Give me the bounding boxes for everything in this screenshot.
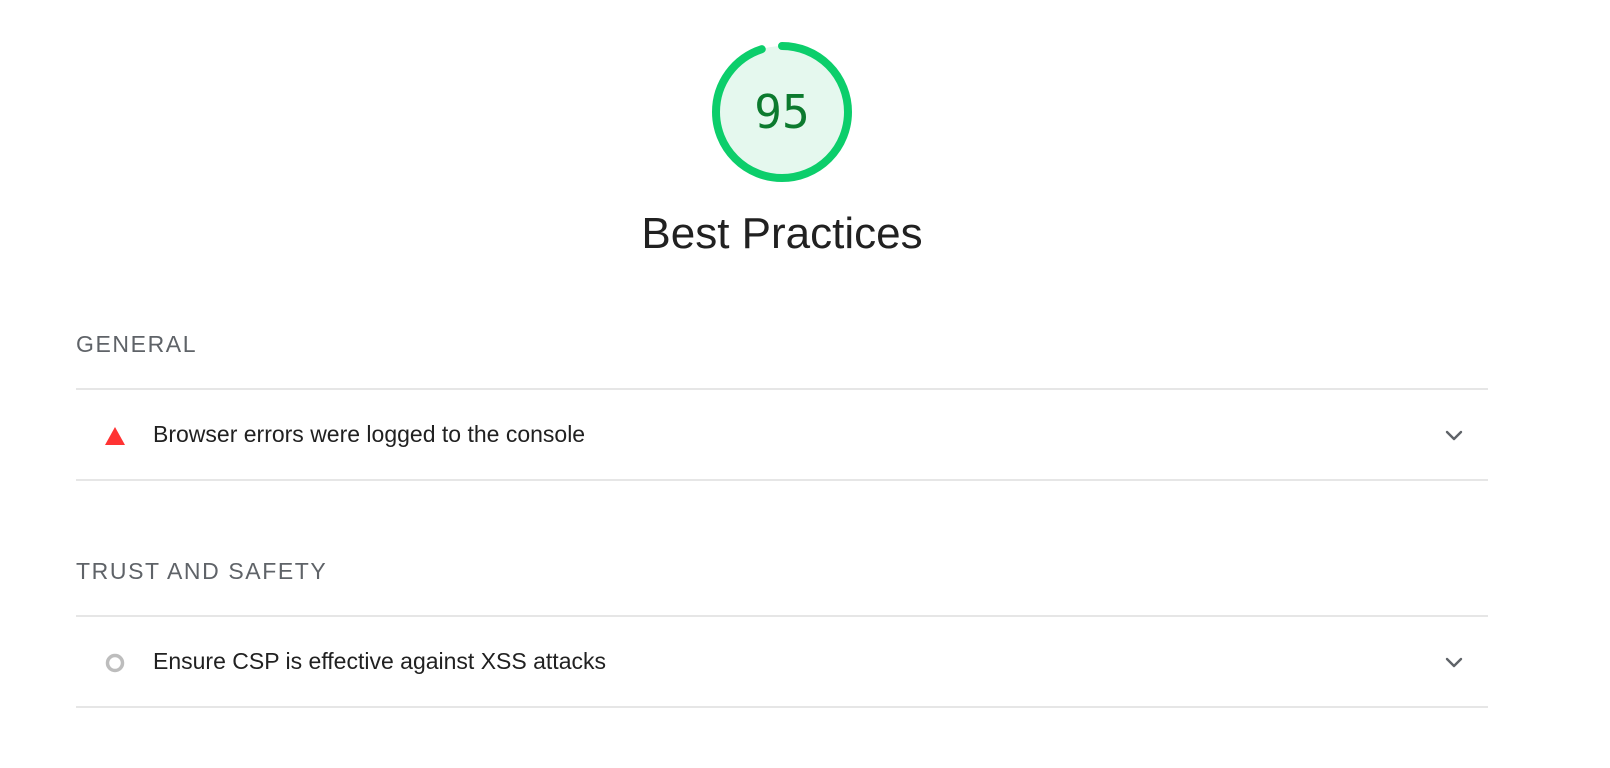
group-heading: GENERAL	[76, 331, 198, 357]
informative-circle-icon	[104, 652, 126, 674]
score-gauge: 95	[708, 38, 856, 186]
audit-group-trust-and-safety: TRUST AND SAFETY Ensure CSP is effective…	[76, 553, 1488, 708]
audit-group-general: GENERAL Browser errors were logged to th…	[76, 326, 1488, 481]
fail-triangle-icon	[104, 425, 126, 447]
audit-row[interactable]: Ensure CSP is effective against XSS atta…	[76, 615, 1488, 708]
score-value: 95	[754, 85, 810, 139]
audit-title: Ensure CSP is effective against XSS atta…	[153, 648, 606, 674]
audit-title: Browser errors were logged to the consol…	[153, 421, 586, 447]
chevron-down-icon[interactable]	[1442, 423, 1466, 447]
group-heading: TRUST AND SAFETY	[76, 558, 328, 584]
category-title: Best Practices	[641, 209, 923, 258]
chevron-down-icon[interactable]	[1442, 650, 1466, 674]
audit-row[interactable]: Browser errors were logged to the consol…	[76, 388, 1488, 481]
